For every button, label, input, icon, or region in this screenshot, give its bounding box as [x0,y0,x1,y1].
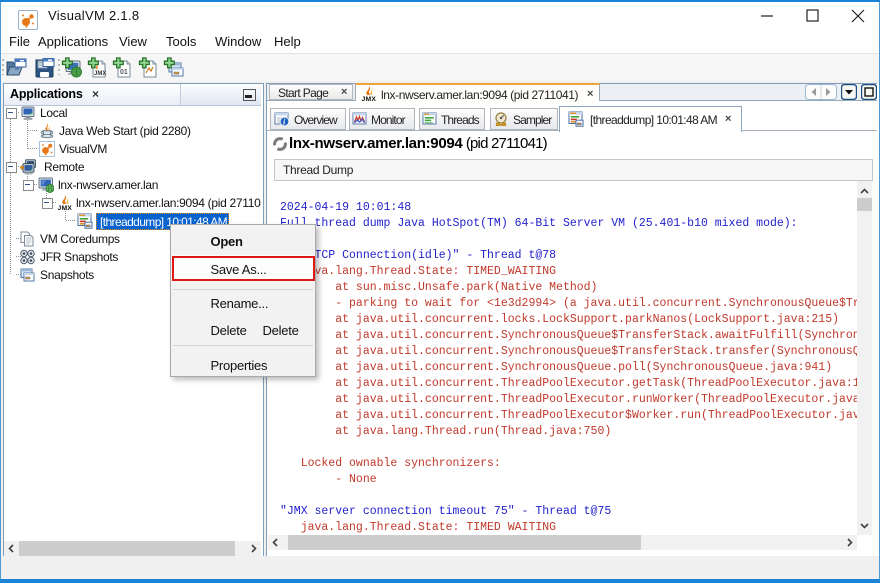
svg-text:JMX: JMX [58,205,73,211]
svg-text:JMX: JMX [94,71,106,77]
svg-text:JMX: JMX [362,96,377,102]
svg-text:01: 01 [120,69,128,76]
